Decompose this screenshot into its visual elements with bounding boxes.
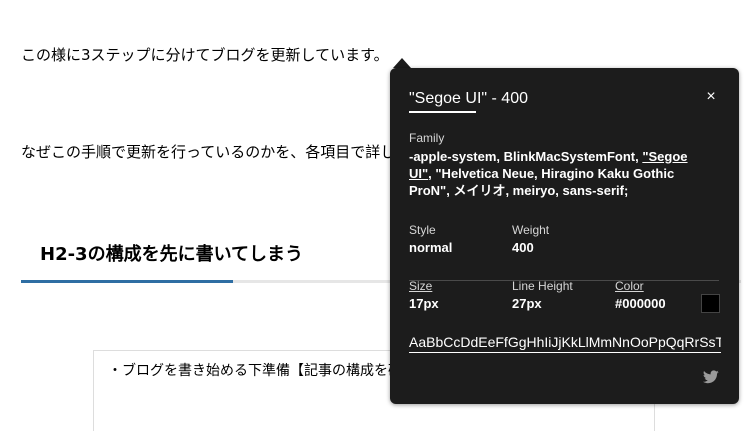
color-value: #000000 — [615, 296, 666, 311]
font-title: "Segoe UI" - 400 — [409, 90, 528, 107]
close-icon[interactable]: × — [703, 87, 719, 107]
family-label: Family — [409, 131, 445, 145]
twitter-icon[interactable] — [703, 370, 719, 384]
family-value-prefix: -apple-system, BlinkMacSystemFont, — [409, 149, 643, 164]
font-title-underline — [409, 111, 476, 113]
heading-accent-bar — [21, 280, 233, 283]
style-label: Style — [409, 223, 436, 237]
popup-pointer — [393, 58, 411, 68]
font-inspector-popup: "Segoe UI" - 400 × Family -apple-system,… — [390, 68, 739, 404]
font-sample-text: AaBbCcDdEeFfGgHhIiJjKkLlMmNnOoPpQqRrSsTt… — [409, 334, 721, 350]
section-heading: H2-3の構成を先に書いてしまう — [40, 244, 304, 265]
size-label[interactable]: Size — [409, 279, 432, 293]
color-swatch — [701, 294, 720, 313]
size-value: 17px — [409, 296, 439, 311]
paragraph-steps: この様に3ステップに分けてブログを更新しています。 — [21, 46, 389, 64]
line-height-value: 27px — [512, 296, 542, 311]
line-height-label: Line Height — [512, 279, 573, 293]
sample-underline — [409, 352, 721, 353]
color-label[interactable]: Color — [615, 279, 644, 293]
family-value-suffix: , "Helvetica Neue, Hiragino Kaku Gothic … — [409, 166, 675, 198]
family-value[interactable]: -apple-system, BlinkMacSystemFont, "Sego… — [409, 148, 709, 199]
weight-label: Weight — [512, 223, 550, 237]
weight-value: 400 — [512, 240, 534, 255]
style-value: normal — [409, 240, 453, 255]
